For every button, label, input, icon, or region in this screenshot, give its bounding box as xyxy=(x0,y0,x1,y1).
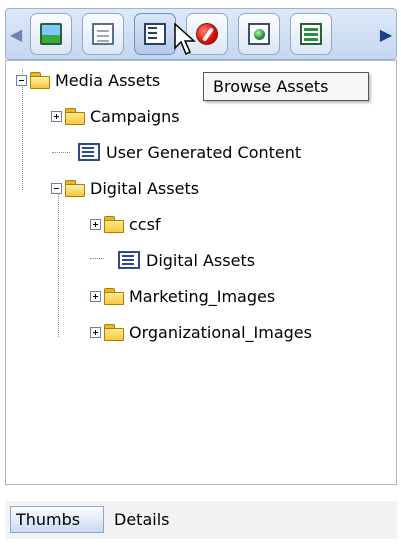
tab-details[interactable]: Details xyxy=(109,506,199,533)
tree-connector xyxy=(22,89,23,190)
open-folder-icon xyxy=(30,72,50,89)
tree-node-organizational-images[interactable]: Organizational_Images xyxy=(90,319,312,345)
tree-panel[interactable]: Media Assets Campaigns User Generated Co… xyxy=(5,60,397,485)
tab-thumbs-label: Thumbs xyxy=(16,510,81,529)
folder-icon xyxy=(104,288,124,305)
tab-thumbs[interactable]: Thumbs xyxy=(10,506,104,533)
toolbar: ◀ ▶ xyxy=(5,8,397,60)
mouse-pointer-icon xyxy=(174,23,196,56)
tree-node-user-generated-content[interactable]: User Generated Content xyxy=(78,139,301,165)
collapse-icon[interactable] xyxy=(16,74,27,86)
image-toolbar-button[interactable] xyxy=(30,13,72,55)
tree-node-label: User Generated Content xyxy=(106,142,302,162)
browse-assets-toolbar-button[interactable] xyxy=(134,13,176,55)
scroll-left-arrow[interactable]: ◀ xyxy=(6,9,26,59)
table-toolbar-button[interactable] xyxy=(290,13,332,55)
view-tabs: Thumbs Details xyxy=(5,501,397,539)
globe-document-toolbar-button[interactable] xyxy=(238,13,280,55)
tree-node-media-assets[interactable]: Media Assets xyxy=(16,67,160,93)
tooltip: Browse Assets xyxy=(203,72,369,101)
tree-node-label: Digital Assets xyxy=(90,178,200,198)
globe-document-icon xyxy=(248,23,270,45)
expand-icon[interactable] xyxy=(90,218,101,230)
scroll-right-arrow[interactable]: ▶ xyxy=(376,9,396,59)
tree-node-label: Campaigns xyxy=(90,106,180,126)
folder-icon xyxy=(104,324,124,341)
tree-connector xyxy=(52,152,70,153)
asset-browser-window: ◀ ▶ Media Assets Campaigns User Generate… xyxy=(0,0,401,550)
tree-connector xyxy=(58,191,59,337)
collapse-icon[interactable] xyxy=(51,182,62,194)
expand-icon[interactable] xyxy=(90,290,101,302)
tree-node-label: Marketing_Images xyxy=(129,286,276,306)
tree-node-label: Digital Assets xyxy=(146,250,256,270)
document-toolbar-button[interactable] xyxy=(82,13,124,55)
tree-node-digital-assets[interactable]: Digital Assets xyxy=(51,175,199,201)
tree-node-ccsf[interactable]: ccsf xyxy=(90,211,161,237)
content-list-icon xyxy=(78,143,100,161)
content-list-icon xyxy=(118,251,140,269)
tree-node-campaigns[interactable]: Campaigns xyxy=(51,103,180,129)
tree-node-label: ccsf xyxy=(129,214,161,234)
tooltip-text: Browse Assets xyxy=(213,77,329,96)
expand-icon[interactable] xyxy=(90,326,101,338)
tab-details-label: Details xyxy=(114,510,170,529)
table-icon xyxy=(300,23,322,45)
expand-icon[interactable] xyxy=(51,110,62,122)
document-icon xyxy=(92,23,114,45)
folder-icon xyxy=(65,108,85,125)
tree-node-label: Media Assets xyxy=(55,70,161,90)
red-circle-icon xyxy=(196,23,218,45)
tree-node-digital-assets-child[interactable]: Digital Assets xyxy=(118,247,255,273)
browse-assets-icon xyxy=(144,23,166,45)
tree-node-label: Organizational_Images xyxy=(129,322,312,342)
open-folder-icon xyxy=(65,180,85,197)
folder-icon xyxy=(104,216,124,233)
tree-node-marketing-images[interactable]: Marketing_Images xyxy=(90,283,275,309)
tree-connector xyxy=(90,258,104,259)
image-icon xyxy=(40,23,62,45)
